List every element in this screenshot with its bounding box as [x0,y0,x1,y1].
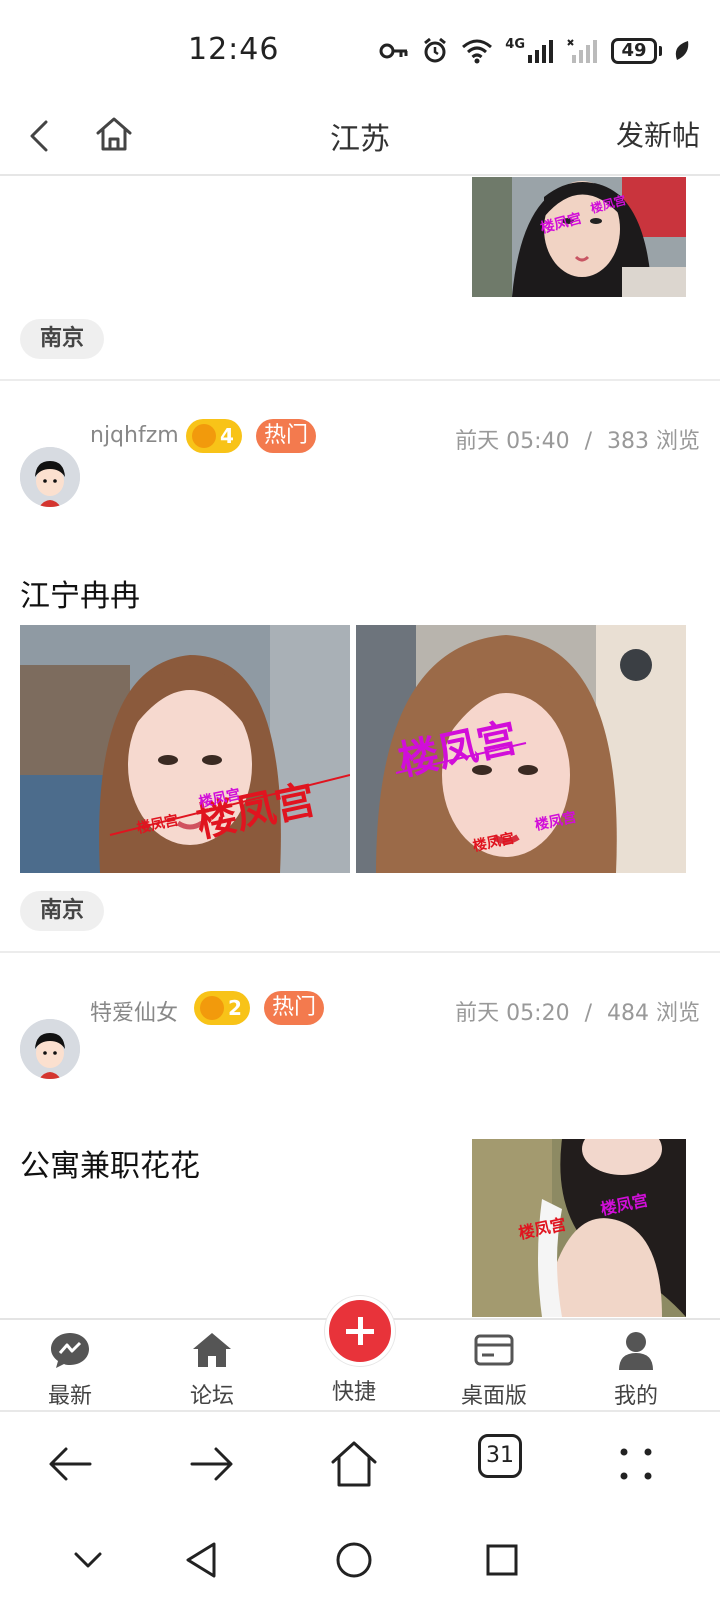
post-item[interactable]: njqhfzm 4 热门 前天 05:40 / 383 浏览 江宁冉冉 楼凤宫 … [0,381,720,953]
desktop-card-icon [474,1334,514,1366]
battery-tip [659,46,662,56]
avatar[interactable] [20,1019,80,1079]
photo-image: 楼凤宫 楼凤宫 [472,1139,686,1317]
post-item[interactable]: 特爱仙女 2 热门 前天 05:20 / 484 浏览 公寓兼职花花 楼凤宫 楼… [0,953,720,1318]
avatar-icon [20,447,80,507]
post-author[interactable]: 特爱仙女 [90,995,178,1027]
browser-toolbar: 31 [0,1410,720,1520]
tab-quick[interactable]: 快捷 [304,1330,404,1406]
tab-label: 最新 [47,1384,92,1409]
top-header: 江苏 发新帖 [0,100,720,176]
location-tag[interactable]: 南京 [20,891,105,931]
post-meta: 前天 05:20 / 484 浏览 [455,995,700,1027]
flower-icon [200,996,224,1020]
tab-label: 快捷 [331,1380,376,1405]
level-number: 2 [228,996,242,1020]
level-badge: 2 [194,991,250,1025]
post-item[interactable]: 楼凤宫 楼凤宫 南京 [0,177,720,381]
photo-image: 楼凤宫 楼凤宫 [472,177,686,297]
forward-arrow-icon[interactable] [186,1438,238,1490]
flower-icon [192,424,216,448]
chevron-down-icon[interactable] [66,1538,110,1582]
key-icon [379,43,408,59]
post-photo-1[interactable]: 楼凤宫 楼凤宫 楼凤宫 [20,625,350,873]
post-meta: 前天 05:40 / 383 浏览 [455,423,700,455]
post-date: 前天 05:20 [455,1001,570,1026]
post-author[interactable]: njqhfzm [90,423,179,448]
chat-bubble-icon [51,1333,89,1368]
post-title[interactable]: 公寓兼职花花 [20,1141,200,1185]
tab-label: 论坛 [189,1384,234,1409]
page-title: 江苏 [330,122,390,157]
avatar-icon [20,1019,80,1079]
photo-image: 楼凤宫 楼凤宫 楼凤宫 [356,625,686,873]
tab-latest[interactable]: 最新 [20,1330,120,1410]
nav-home-icon[interactable] [332,1538,376,1582]
post-title[interactable]: 江宁冉冉 [20,571,140,615]
view-count: 484 浏览 [607,1001,700,1026]
status-time: 12:46 [188,32,280,67]
battery-level: 49 [611,38,657,64]
signal-empty-icon [567,39,597,63]
photo-image: 楼凤宫 楼凤宫 楼凤宫 [20,625,350,873]
leaf-icon [675,41,689,60]
tab-mine[interactable]: 我的 [586,1330,686,1410]
tab-label: 我的 [613,1384,658,1409]
system-navigation-bar [0,1520,720,1600]
network-type: 4G [505,36,525,52]
meta-separator: / [584,429,592,454]
post-thumbnail[interactable]: 楼凤宫 楼凤宫 [472,1139,686,1317]
home-icon[interactable] [328,1438,380,1490]
signal-icon [528,40,553,63]
status-icons: 4G 49 [379,34,690,68]
level-number: 4 [220,424,234,448]
avatar[interactable] [20,447,80,507]
home-icon [193,1333,231,1367]
status-bar: 12:46 4G 49 [0,0,720,100]
tab-desktop[interactable]: 桌面版 [444,1330,544,1410]
tab-forum[interactable]: 论坛 [162,1330,262,1410]
wifi-icon [462,39,493,64]
post-feed[interactable]: 楼凤宫 楼凤宫 南京 njqhfzm 4 热门 前天 05:40 / 383 浏… [0,177,720,1318]
hot-badge: 热门 [264,991,325,1025]
nav-recents-icon[interactable] [480,1538,524,1582]
post-thumbnail[interactable]: 楼凤宫 楼凤宫 [472,177,686,297]
battery-indicator: 49 [611,38,662,64]
more-menu-icon[interactable] [610,1438,662,1490]
user-icon [619,1332,653,1370]
nav-back-icon[interactable] [180,1538,224,1582]
back-arrow-icon[interactable] [44,1438,96,1490]
view-count: 383 浏览 [607,429,700,454]
alarm-icon [424,37,447,63]
tabs-count-button[interactable]: 31 [478,1434,522,1478]
post-date: 前天 05:40 [455,429,570,454]
post-photo-2[interactable]: 楼凤宫 楼凤宫 楼凤宫 [356,625,686,873]
meta-separator: / [584,1001,592,1026]
bottom-tab-bar: 最新 论坛 快捷 桌面版 我的 [0,1296,720,1410]
tab-label: 桌面版 [460,1384,527,1409]
level-badge: 4 [186,419,242,453]
location-tag[interactable]: 南京 [20,319,105,359]
hot-badge: 热门 [256,419,317,453]
new-post-button[interactable]: 发新帖 [616,114,700,154]
